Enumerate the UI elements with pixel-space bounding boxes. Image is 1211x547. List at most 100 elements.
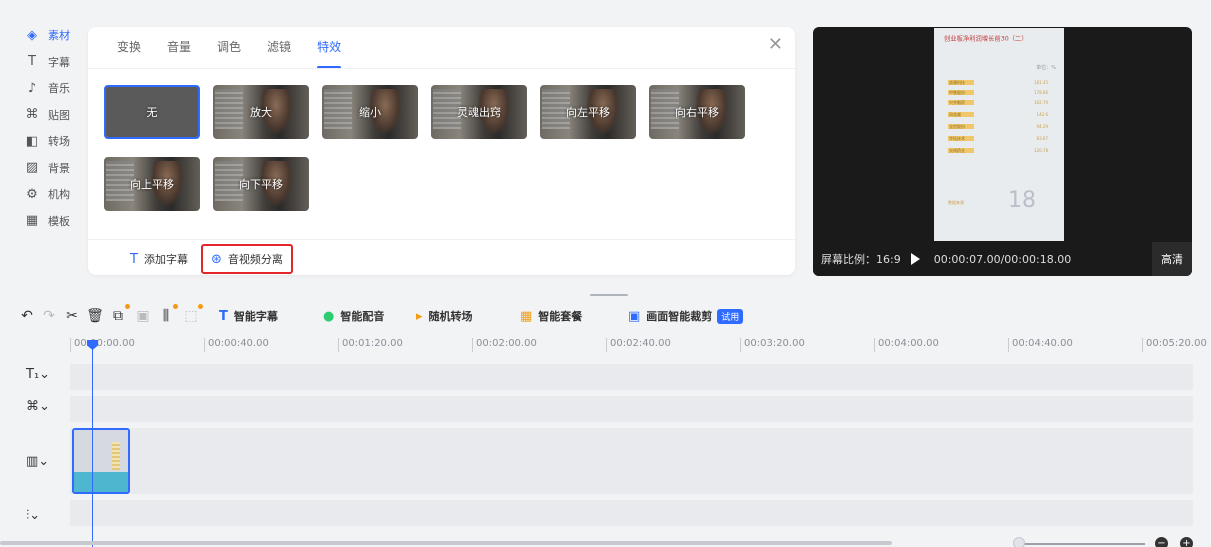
quality-button[interactable]: 高清 [1152, 242, 1192, 276]
close-icon[interactable]: ✕ [768, 35, 783, 55]
effect-none[interactable]: 无 [104, 85, 200, 139]
panel-tabs: 变换 音量 调色 滤镜 特效 [117, 35, 367, 69]
add-subtitle-button[interactable]: T 添加字幕 [122, 244, 196, 274]
timeline-toolbar: ↶ ↷ ✂ 🗑 ⧉ ▣ ⫼ ⬚ T 智能字幕 ● 智能配音 ▸ 随机转场 ▦ 智… [0, 304, 1211, 330]
smart-subtitle-button[interactable]: T 智能字幕 [219, 308, 278, 324]
effect-pan-left[interactable]: 向左平移 [540, 85, 636, 139]
subtitle-track[interactable] [70, 364, 1193, 390]
zoom-in-icon[interactable]: + [1180, 537, 1193, 547]
video-clip[interactable] [72, 428, 130, 494]
ruler-tick: 00:00:40.00 [204, 338, 269, 352]
sidebar-item-label: 贴图 [48, 108, 70, 122]
audio-track[interactable] [70, 500, 1193, 526]
copy-icon[interactable]: ⧉ [109, 304, 130, 324]
play-icon[interactable] [910, 253, 920, 265]
time-display: 00:00:07.00/00:00:18.00 [933, 252, 1072, 266]
sidebar-item-subtitle[interactable]: T 字幕 [0, 49, 88, 76]
redo-icon[interactable]: ↷ [40, 308, 58, 324]
sidebar-item-template[interactable]: ▦ 模板 [0, 208, 88, 235]
effect-label: 缩小 [359, 106, 381, 119]
sidebar-item-sticker[interactable]: ⌘ 贴图 [0, 102, 88, 129]
effect-label: 向右平移 [675, 106, 719, 119]
smart-voice-label: 智能配音 [340, 310, 385, 323]
frame-row-value: 181.35 [1034, 80, 1048, 85]
sticker-icon: ⌘ [25, 107, 39, 123]
random-transition-button[interactable]: ▸ 随机转场 [416, 308, 473, 324]
horizontal-scrollbar[interactable] [0, 541, 892, 545]
ruler-tick: 00:02:00.00 [472, 338, 537, 352]
frame-row-value: 142.6 [1036, 112, 1048, 117]
av-separate-button[interactable]: ⊛ 音视频分离 [201, 244, 293, 274]
split-icon[interactable]: ⫼ [157, 304, 178, 324]
frame-row: 中铁股份 178.66 [948, 90, 1048, 96]
effect-soul-out[interactable]: 灵魂出窍 [431, 85, 527, 139]
tab-filter[interactable]: 滤镜 [267, 35, 291, 63]
zoom-slider-handle[interactable] [1013, 537, 1025, 547]
background-icon: ▨ [25, 160, 39, 176]
template-icon: ▦ [25, 213, 39, 229]
ruler-tick: 00:04:40.00 [1008, 338, 1073, 352]
text-add-icon: T [219, 308, 228, 324]
effect-label: 灵魂出窍 [457, 106, 501, 119]
sidebar-item-label: 音乐 [48, 82, 70, 96]
sidebar-item-music[interactable]: ♪ 音乐 [0, 75, 88, 102]
video-track[interactable] [70, 428, 1193, 494]
effect-pan-right[interactable]: 向右平移 [649, 85, 745, 139]
frame-row-key: 光线药业 [948, 148, 974, 153]
sidebar-item-label: 字幕 [48, 55, 70, 69]
frame-row: 全信股份 94.29 [948, 124, 1048, 130]
tab-color[interactable]: 调色 [217, 35, 241, 63]
transition-icon: ◧ [25, 133, 39, 149]
frame-big-number: 18 [1008, 188, 1036, 213]
effect-zoom-out[interactable]: 缩小 [322, 85, 418, 139]
smart-voice-button[interactable]: ● 智能配音 [323, 308, 384, 324]
timeline-ruler[interactable]: 00:00:00.00 00:00:40.00 00:01:20.00 00:0… [70, 338, 1211, 352]
sidebar-item-label: 机构 [48, 188, 70, 202]
smart-crop-label: 画面智能裁剪 [646, 310, 713, 323]
effect-zoom-in[interactable]: 放大 [213, 85, 309, 139]
frame-footnote: 数据来源 [948, 200, 964, 205]
undo-icon[interactable]: ↶ [18, 308, 36, 324]
zoom-out-icon[interactable]: − [1155, 537, 1168, 547]
audio-track-icon[interactable]: ⫶⌄ [26, 508, 40, 523]
subtitle-track-icon[interactable]: T₁⌄ [26, 367, 50, 382]
tab-volume[interactable]: 音量 [167, 35, 191, 63]
frame-row-key: 中铁股份 [948, 90, 974, 95]
player-controls: 屏幕比例：16:9 00:00:07.00/00:00:18.00 高清 [813, 242, 1192, 276]
frame-title: 创业板净利润增长前30（二） [944, 34, 1028, 43]
add-subtitle-label: 添加字幕 [143, 253, 188, 266]
resize-handle[interactable] [590, 294, 628, 296]
tab-transform[interactable]: 变换 [117, 35, 141, 63]
ruler-tick: 00:03:20.00 [740, 338, 805, 352]
scissors-icon[interactable]: ✂ [63, 308, 81, 324]
sidebar-item-material[interactable]: ◈ 素材 [0, 22, 88, 49]
sticker-track[interactable] [70, 396, 1193, 422]
ruler-tick: 00:01:20.00 [338, 338, 403, 352]
sidebar-item-background[interactable]: ▨ 背景 [0, 155, 88, 182]
new-badge [125, 304, 130, 309]
ruler-tick: 00:04:00.00 [874, 338, 939, 352]
trial-badge: 试用 [717, 308, 744, 324]
av-separate-label: 音视频分离 [227, 253, 283, 266]
sticker-track-icon[interactable]: ⌘⌄ [26, 399, 50, 414]
aspect-ratio-selector[interactable]: 屏幕比例：16:9 [821, 251, 901, 267]
effect-pan-up[interactable]: 向上平移 [104, 157, 200, 211]
tab-effects[interactable]: 特效 [317, 35, 342, 69]
smart-crop-button[interactable]: ▣ 画面智能裁剪 试用 [628, 308, 744, 324]
zoom-slider[interactable] [1020, 543, 1145, 545]
ruler-tick: 00:00:00.00 [70, 338, 135, 352]
effect-pan-down[interactable]: 向下平移 [213, 157, 309, 211]
left-sidebar: ◈ 素材 T 字幕 ♪ 音乐 ⌘ 贴图 ◧ 转场 ▨ 背景 ⚙ 机构 ▦ 模板 [0, 22, 88, 234]
sidebar-item-transition[interactable]: ◧ 转场 [0, 128, 88, 155]
sidebar-item-institution[interactable]: ⚙ 机构 [0, 181, 88, 208]
crop-icon[interactable]: ⬚ [182, 304, 203, 324]
sidebar-item-label: 模板 [48, 214, 70, 228]
delete-icon[interactable]: 🗑 [86, 308, 104, 324]
clip-waveform [74, 472, 128, 492]
paste-icon[interactable]: ▣ [134, 308, 152, 324]
video-track-icon[interactable]: ▥⌄ [26, 454, 49, 469]
frame-row-key: 兴齐眼药 [948, 100, 974, 105]
smart-subtitle-label: 智能字幕 [233, 310, 278, 323]
smart-package-button[interactable]: ▦ 智能套餐 [520, 308, 582, 324]
text-icon: T [28, 54, 36, 70]
